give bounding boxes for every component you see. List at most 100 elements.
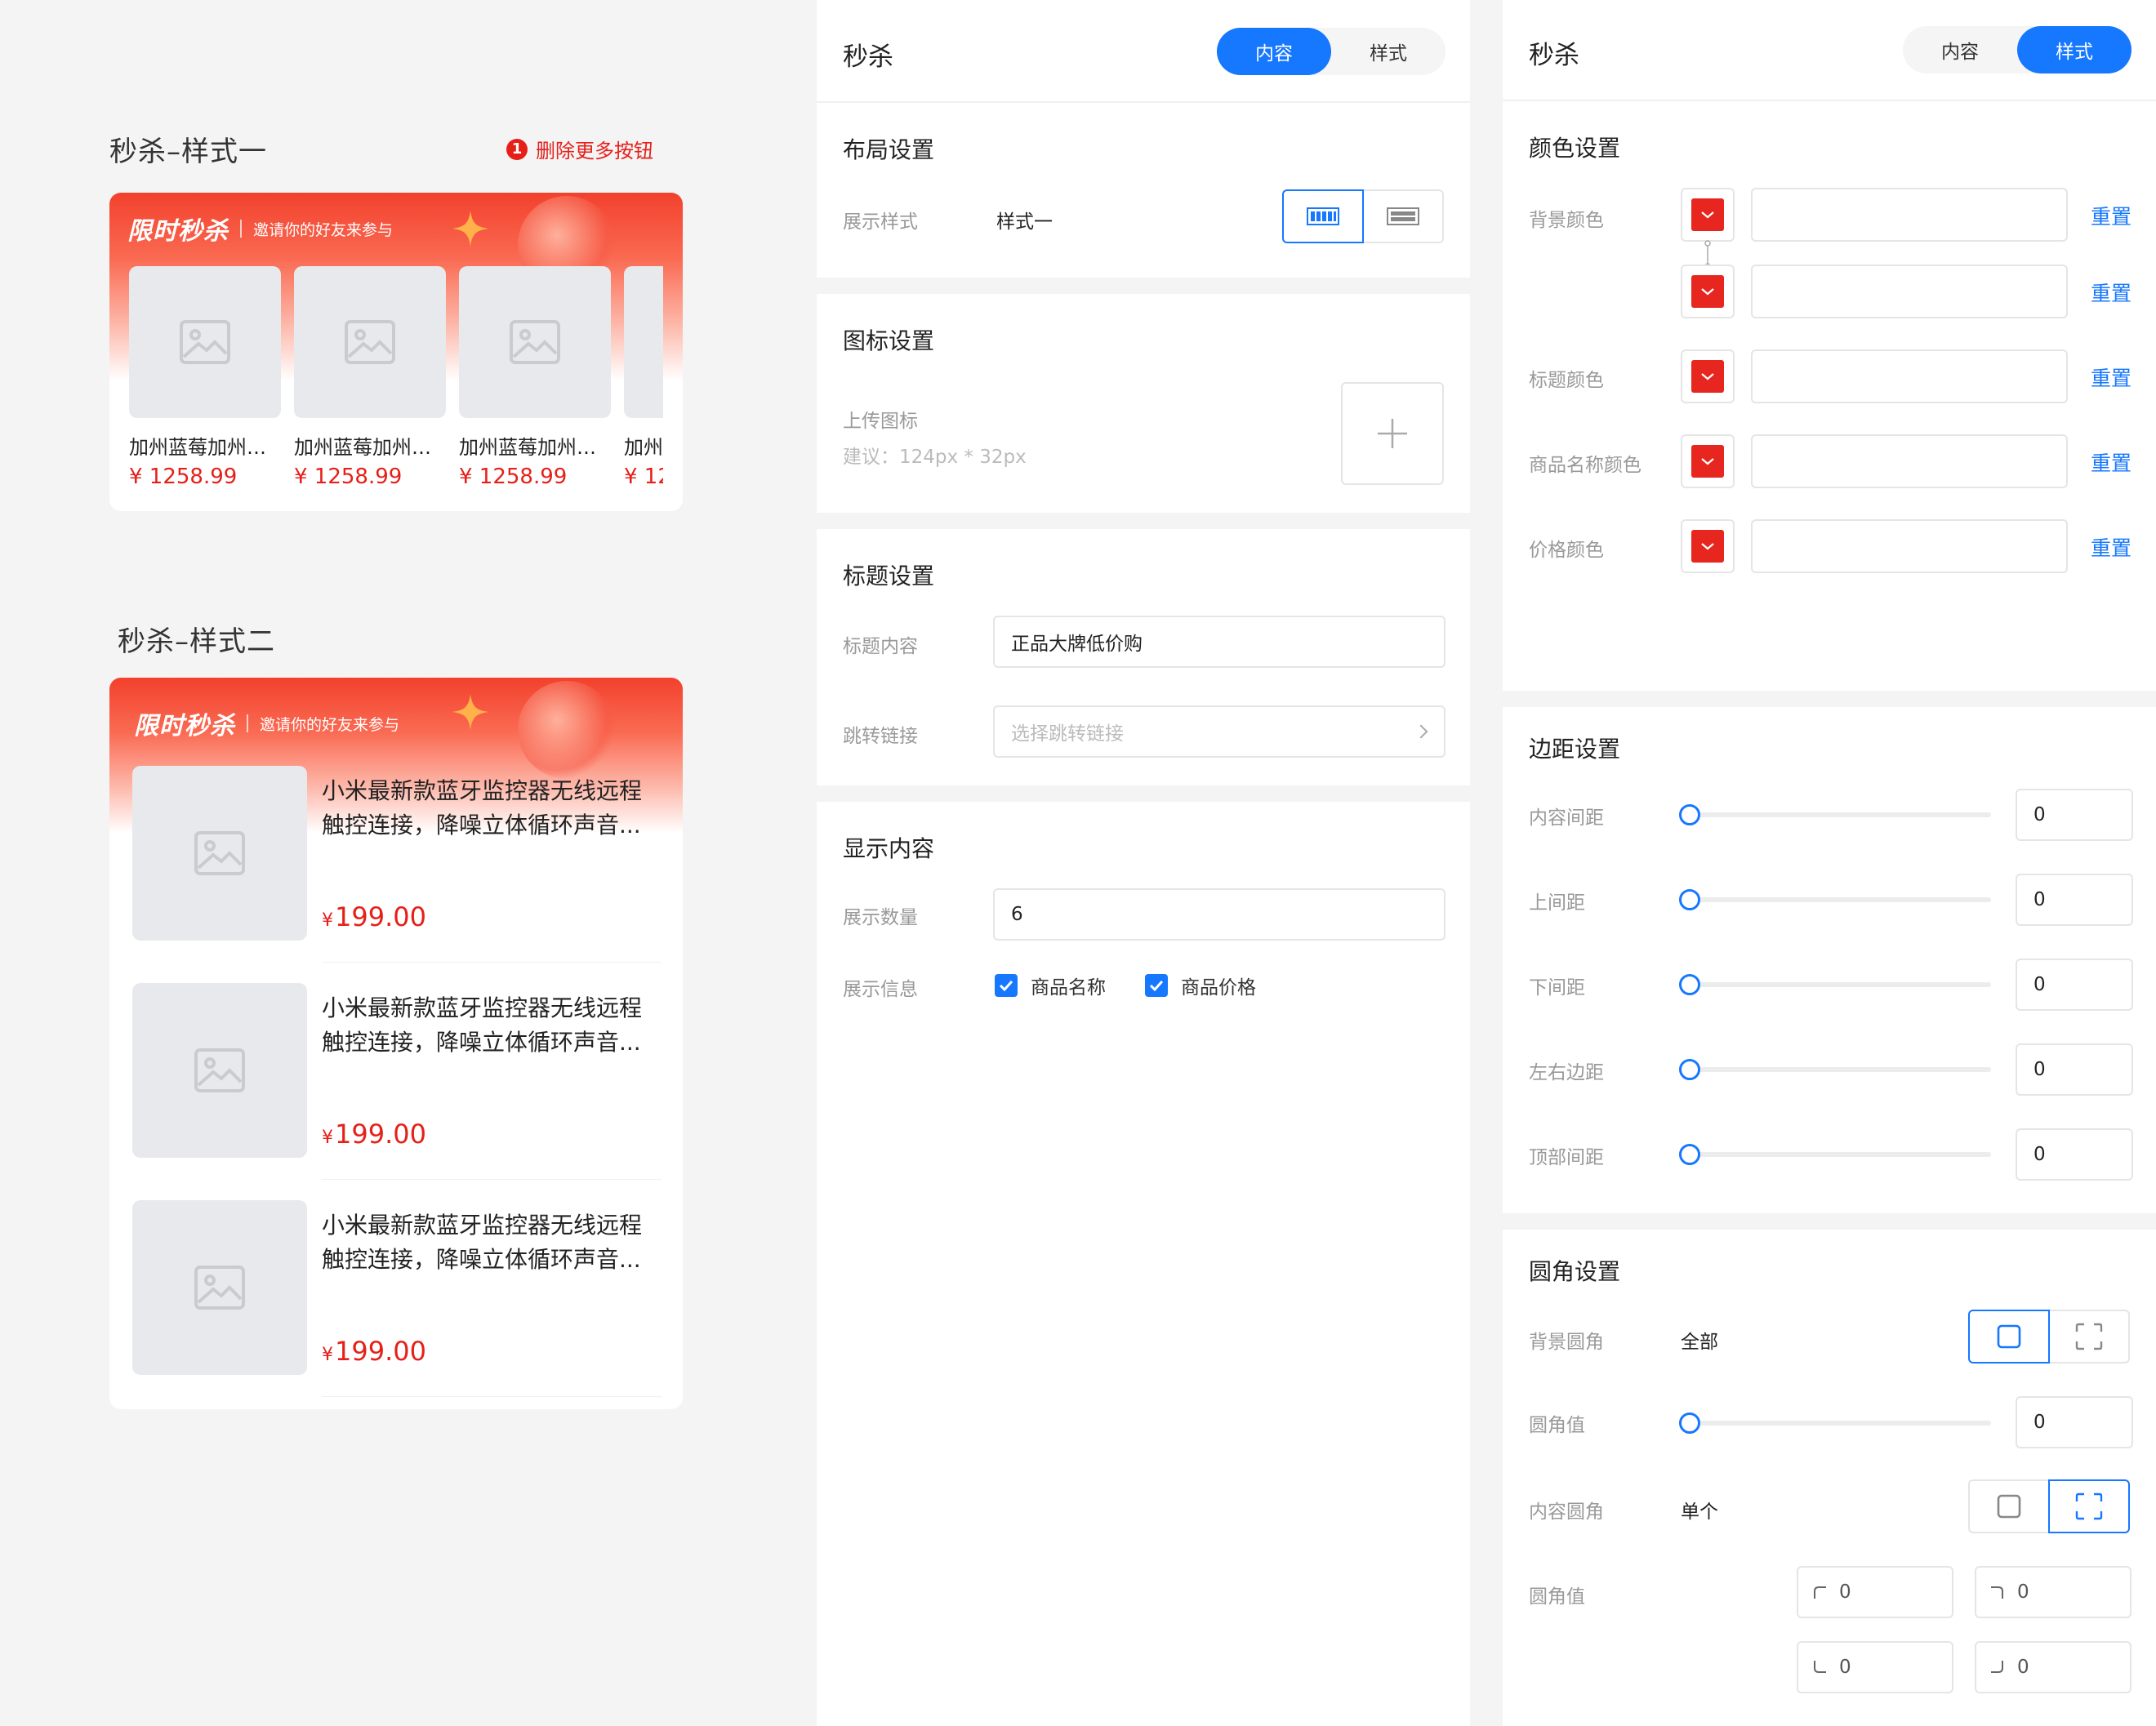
list-item[interactable]: 小米最新款蓝牙监控器无线远程触控连接，降噪立体循环声音... ¥199.00 [132,983,662,1187]
radius-heading: 圆角设置 [1529,1258,1621,1285]
bottom-left-radius-input[interactable]: 0 [1797,1641,1953,1693]
tab-style[interactable]: 样式 [2017,26,2132,73]
bottom-margin-slider[interactable] [1679,974,1991,995]
bg-radius-slider[interactable] [1679,1412,1991,1434]
flash-sale-subtitle: 邀请你的好友来参与 [260,715,400,734]
product-item[interactable]: 加州蓝莓加州蓝莓 ¥ 1258.99 [129,266,281,489]
bottom-right-radius-input[interactable]: 0 [1975,1641,2132,1693]
delete-more-button[interactable]: 1 删除更多按钮 [506,135,653,163]
list-item[interactable]: 小米最新款蓝牙监控器无线远程触控连接，降噪立体循环声音... ¥199.00 [132,766,662,970]
chevron-right-icon [1414,724,1428,739]
chevron-down-icon [1701,211,1714,219]
product-price: ¥199.00 [322,901,426,932]
content-gap-slider[interactable] [1679,804,1991,825]
bg-color-reset-end[interactable]: 重置 [2091,278,2132,307]
display-heading: 显示内容 [843,835,935,862]
square-all-icon [1997,1494,2021,1519]
radius-all-option[interactable] [1968,1479,2050,1533]
radius-single-option[interactable] [2048,1310,2130,1363]
margin-label: 左右边距 [1529,1062,1604,1083]
product-name: 加州 [624,436,663,459]
name-color-input[interactable] [1751,434,2068,488]
header-margin-slider[interactable] [1679,1144,1991,1165]
display-count-input[interactable]: 6 [993,888,1446,941]
image-placeholder-icon [459,266,611,418]
price-color-picker[interactable] [1681,519,1735,573]
radius-single-option[interactable] [2048,1479,2130,1533]
corners-icon [2075,1492,2103,1520]
tab-content[interactable]: 内容 [1903,26,2017,73]
side-margin-slider[interactable] [1679,1059,1991,1080]
product-price: ¥199.00 [322,1336,426,1367]
badge-count: 1 [506,138,528,160]
content-radius-value-label: 圆角值 [1529,1586,1585,1608]
image-placeholder-icon [624,266,663,418]
flash-sale-card-list[interactable]: 限时秒杀 邀请你的好友来参与 小米最新款蓝牙监控器无线远程触控连接，降噪立体循环… [109,678,683,1409]
name-color-reset[interactable]: 重置 [2091,447,2132,477]
top-right-radius-input[interactable]: 0 [1975,1566,2132,1618]
product-item[interactable]: 加州蓝莓加州蓝莓 ¥ 1258.99 [459,266,611,489]
side-margin-input[interactable]: 0 [2016,1043,2133,1096]
slider-handle [1679,1144,1700,1165]
product-grid: 加州蓝莓加州蓝莓 ¥ 1258.99 加州蓝莓加州蓝莓 ¥ 1258.99 加州… [129,266,663,511]
square-all-icon [1997,1324,2021,1349]
panel-title: 秒杀 [1529,41,1579,70]
title-color-input[interactable] [1751,349,2068,403]
content-gap-input[interactable]: 0 [2016,789,2133,841]
corner-top-right-icon [1991,1586,2003,1599]
product-price-checkbox[interactable]: 商品价格 [1145,972,1256,999]
icon-heading: 图标设置 [843,327,935,354]
bg-color-reset-start[interactable]: 重置 [2091,201,2132,230]
tab-style[interactable]: 样式 [1331,28,1446,75]
product-name: 加州蓝莓加州蓝莓 [294,436,446,459]
flash-sale-subtitle: 邀请你的好友来参与 [253,220,394,239]
name-color-label: 商品名称颜色 [1529,455,1642,476]
flash-sale-title: 限时秒杀 [127,217,229,246]
product-item[interactable]: 加州蓝莓加州蓝莓 ¥ 1258.99 [294,266,446,489]
title-color-picker[interactable] [1681,349,1735,403]
bg-color-input-start[interactable] [1751,188,2068,242]
display-style-value: 样式一 [996,211,1053,233]
top-margin-input[interactable]: 0 [2016,874,2133,926]
bg-radius-label: 背景圆角 [1529,1332,1604,1353]
product-name: 加州蓝莓加州蓝莓 [129,436,281,459]
radius-all-option[interactable] [1968,1310,2050,1363]
title-content-input[interactable]: 正品大牌低价购 [993,616,1446,668]
price-color-reset[interactable]: 重置 [2091,532,2132,562]
image-placeholder-icon [132,766,307,941]
delete-more-label: 删除更多按钮 [536,140,653,162]
colors-heading: 颜色设置 [1529,135,1621,162]
upload-icon-button[interactable] [1341,382,1444,485]
bg-color-input-end[interactable] [1751,265,2068,318]
style2-title: 秒杀–样式二 [118,625,275,658]
name-color-picker[interactable] [1681,434,1735,488]
clock-decoration-icon [518,681,616,779]
bottom-margin-input[interactable]: 0 [2016,959,2133,1011]
bg-radius-toggle [1968,1310,2130,1363]
bg-color-picker-start[interactable] [1681,188,1735,242]
style1-title: 秒杀–样式一 [109,136,267,168]
tab-content[interactable]: 内容 [1217,28,1331,75]
flash-sale-card-grid[interactable]: 限时秒杀 邀请你的好友来参与 加州蓝莓加州蓝莓 ¥ 1258.99 加州蓝莓加州… [109,193,683,511]
link-label: 跳转链接 [843,726,918,747]
product-price: ¥ 1258.99 [129,465,238,489]
price-color-label: 价格颜色 [1529,540,1604,561]
bg-color-picker-end[interactable] [1681,265,1735,318]
style-grid-option[interactable] [1282,189,1364,243]
bg-radius-value-label: 圆角值 [1529,1415,1585,1436]
image-placeholder-icon [132,983,307,1158]
margin-label: 上间距 [1529,892,1585,914]
top-margin-slider[interactable] [1679,889,1991,910]
style-list-option[interactable] [1362,189,1444,243]
style-settings-panel: 秒杀 内容 样式 颜色设置 背景颜色 重置 重置 标题颜色 重置 商品名称颜色 … [1503,0,2156,1726]
list-item[interactable]: 小米最新款蓝牙监控器无线远程触控连接，降噪立体循环声音... ¥199.00 [132,1200,662,1404]
title-color-reset[interactable]: 重置 [2091,363,2132,392]
product-item[interactable]: 加州 ¥ 1258.99 [624,266,663,489]
margin-label: 下间距 [1529,977,1585,999]
product-name-checkbox[interactable]: 商品名称 [995,972,1106,999]
top-left-radius-input[interactable]: 0 [1797,1566,1953,1618]
link-select[interactable]: 选择跳转链接 [993,705,1446,758]
bg-radius-input[interactable]: 0 [2016,1396,2133,1448]
header-margin-input[interactable]: 0 [2016,1128,2133,1181]
price-color-input[interactable] [1751,519,2068,573]
